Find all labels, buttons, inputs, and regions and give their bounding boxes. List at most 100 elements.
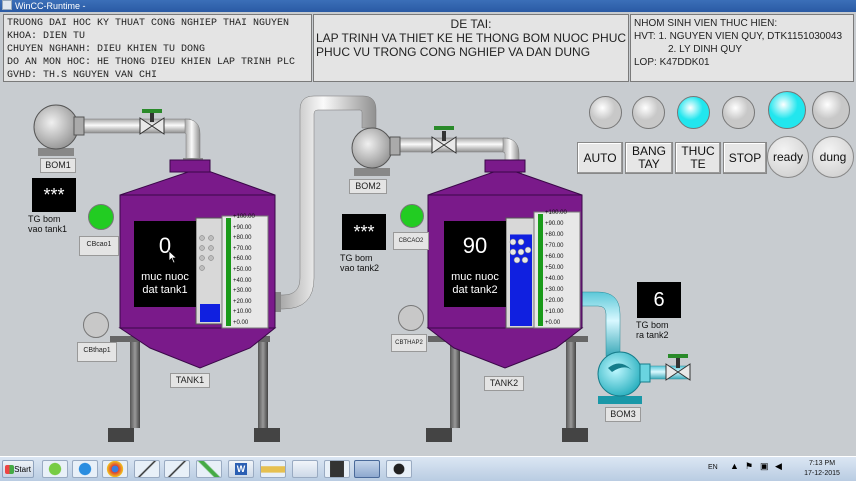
gauge-tick-label: +40.00 xyxy=(545,276,564,282)
language-indicator[interactable]: EN xyxy=(708,464,718,471)
start-label: Start xyxy=(14,465,31,474)
gauge-tick-label: +10.00 xyxy=(545,309,564,315)
gauge-tick-label: +20.00 xyxy=(545,298,564,304)
taskbar: Start W EN ▲ ⚑ ▣ ◀ 7:13 PM 17-12-2015 xyxy=(0,456,856,481)
timer-fill-tank1: *** xyxy=(32,178,76,212)
pipe-bom1-tank1 xyxy=(69,118,203,166)
pump-bom1-icon xyxy=(33,104,85,156)
timer-fill-tank1-label-line2: vao tank1 xyxy=(28,224,68,234)
topic-line1: LAP TRINH VA THIET KE HE THONG BOM NUOC … xyxy=(315,31,627,45)
windows-logo-icon xyxy=(5,465,14,474)
tank2-level-label1: muc nuoc xyxy=(451,271,499,283)
gauge-tick-label: +60.00 xyxy=(233,256,252,263)
taskbar-app-mmc-icon[interactable] xyxy=(42,460,68,478)
header-school-info: TRUONG DAI HOC KY THUAT CONG NGHIEP THAI… xyxy=(3,14,312,82)
student2-line: 2. LY DINH QUY xyxy=(668,44,743,55)
tray-volume-icon[interactable]: ◀ xyxy=(775,461,782,472)
window-titlebar: WinCC-Runtime - xyxy=(0,0,856,12)
timer-fill-tank2-label: TG bom vao tank2 xyxy=(340,253,390,273)
sensor-low-tank1-lamp xyxy=(83,312,109,338)
sensor-low-tank2-lamp xyxy=(398,305,424,331)
indicator-lamp-ready xyxy=(768,91,806,129)
taskbar-app-wincc-icon[interactable] xyxy=(292,460,318,478)
real-button-line2: TE xyxy=(690,157,706,171)
mouse-cursor-icon xyxy=(168,250,178,264)
real-mode-button[interactable]: THUC TE xyxy=(675,142,721,174)
tank1-scale: +100.00 +90.00 +80.00 +70.00 +60.00 +50.00 +40… xyxy=(233,214,269,328)
app-icon xyxy=(2,0,12,10)
indicator-lamp-dung xyxy=(812,91,850,129)
gauge-tick-label: +60.00 xyxy=(545,254,564,260)
gauge-tick-label: +30.00 xyxy=(233,288,252,295)
taskbar-app-simatic2-icon[interactable] xyxy=(164,460,190,478)
tank1-level-label2: dat tank1 xyxy=(142,284,188,296)
tank2-level-label2: dat tank2 xyxy=(452,284,498,296)
dung-button[interactable]: dung xyxy=(812,136,854,178)
gauge-tick-label: +0.00 xyxy=(233,320,249,326)
timer-fill-tank2: *** xyxy=(342,214,386,250)
gauge-tick-label: +90.00 xyxy=(545,221,564,227)
tank1-level-value: 0 xyxy=(158,233,172,258)
timer-fill-tank2-label-line1: TG bom xyxy=(340,253,373,263)
pipe-tank1-bom2 xyxy=(274,95,377,312)
tray-network-icon[interactable]: ▣ xyxy=(760,461,769,472)
word-icon: W xyxy=(235,463,247,475)
pump-bom1-label[interactable]: BOM1 xyxy=(40,158,76,173)
gauge-tick-label: +70.00 xyxy=(233,245,252,252)
tank2-scale: +100.00 +90.00 +80.00 +70.00 +60.00 +50.00 +40… xyxy=(545,210,581,328)
clock[interactable]: 7:13 PM 17-12-2015 xyxy=(800,459,844,479)
taskbar-app-tool-icon[interactable] xyxy=(196,460,222,478)
pump-bom2-label[interactable]: BOM2 xyxy=(349,179,387,194)
pump-bom3-icon xyxy=(597,351,651,404)
gauge-tick-label: +30.00 xyxy=(545,287,564,293)
auto-button[interactable]: AUTO xyxy=(577,142,623,174)
start-button[interactable]: Start xyxy=(2,460,34,478)
taskbar-app-film-icon[interactable] xyxy=(324,460,350,478)
indicator-lamp-stop xyxy=(722,96,755,129)
stop-button-label: STOP xyxy=(728,150,762,165)
sensor-low-tank1[interactable]: CBthap1 xyxy=(77,342,117,362)
student1-line: HVT: 1. NGUYEN VIEN QUY, DTK1151030043 xyxy=(634,31,843,42)
taskbar-app-word-icon[interactable]: W xyxy=(228,460,254,478)
dung-button-label: dung xyxy=(819,150,847,164)
timer-fill-tank1-label: TG bom vao tank1 xyxy=(28,214,78,234)
tray-flag-icon[interactable]: ⚑ xyxy=(745,461,753,472)
manual-button-line2: TAY xyxy=(638,157,660,171)
taskbar-app-paint-icon[interactable] xyxy=(260,460,286,478)
taskbar-app-simatic1-icon[interactable] xyxy=(134,460,160,478)
timer-drain-tank2-value: 6 xyxy=(653,289,665,311)
tray-up-arrow-icon[interactable]: ▲ xyxy=(730,461,739,471)
timer-drain-tank2-label-line1: TG bom xyxy=(636,320,669,330)
pump-bom2-icon xyxy=(351,127,401,176)
gauge-tick-label: +100.00 xyxy=(233,214,255,220)
taskbar-app-ie-icon[interactable] xyxy=(72,460,98,478)
taskbar-app-runtime-icon[interactable] xyxy=(354,460,380,478)
sensor-high-tank2[interactable]: CBCAO2 xyxy=(393,232,429,250)
group-line: NHOM SINH VIEN THUC HIEN: xyxy=(634,18,778,29)
stop-button[interactable]: STOP xyxy=(723,142,767,174)
sensor-high-tank1[interactable]: CBcao1 xyxy=(79,236,119,256)
major-line: CHUYEN NGHANH: DIEU KHIEN TU DONG xyxy=(7,44,206,55)
topic-line2: PHUC VU TRONG CONG NGHIEP VA DAN DUNG xyxy=(316,45,591,59)
taskbar-app-camera-icon[interactable] xyxy=(386,460,412,478)
class-line: LOP: K47DDK01 xyxy=(634,57,710,68)
gauge-tick-label: +0.00 xyxy=(545,320,561,326)
header-students: NHOM SINH VIEN THUC HIEN: HVT: 1. NGUYEN… xyxy=(630,14,854,82)
manual-button[interactable]: BANG TAY xyxy=(625,142,673,174)
gauge-tick-label: +80.00 xyxy=(545,232,564,238)
supervisor-line: GVHD: TH.S NGUYEN VAN CHI xyxy=(7,70,158,81)
gauge-tick-label: +100.00 xyxy=(545,210,567,216)
timer-drain-tank2-label: TG bom ra tank2 xyxy=(636,320,686,340)
gauge-tick-label: +90.00 xyxy=(233,224,252,231)
timer-fill-tank1-label-line1: TG bom xyxy=(28,214,61,224)
tank2-level-value: 90 xyxy=(462,233,488,258)
header-topic: DE TAI: LAP TRINH VA THIET KE HE THONG B… xyxy=(313,14,629,82)
sensor-low-tank2[interactable]: CBTHAP2 xyxy=(391,334,427,352)
pump-bom3-label[interactable]: BOM3 xyxy=(605,407,641,422)
school-line: TRUONG DAI HOC KY THUAT CONG NGHIEP THAI… xyxy=(7,18,290,29)
gauge-tick-label: +20.00 xyxy=(233,298,252,305)
taskbar-app-chrome-icon[interactable] xyxy=(102,460,128,478)
ready-button[interactable]: ready xyxy=(767,136,809,178)
timer-drain-tank2-label-line2: ra tank2 xyxy=(636,330,669,340)
auto-button-label: AUTO xyxy=(583,150,617,165)
